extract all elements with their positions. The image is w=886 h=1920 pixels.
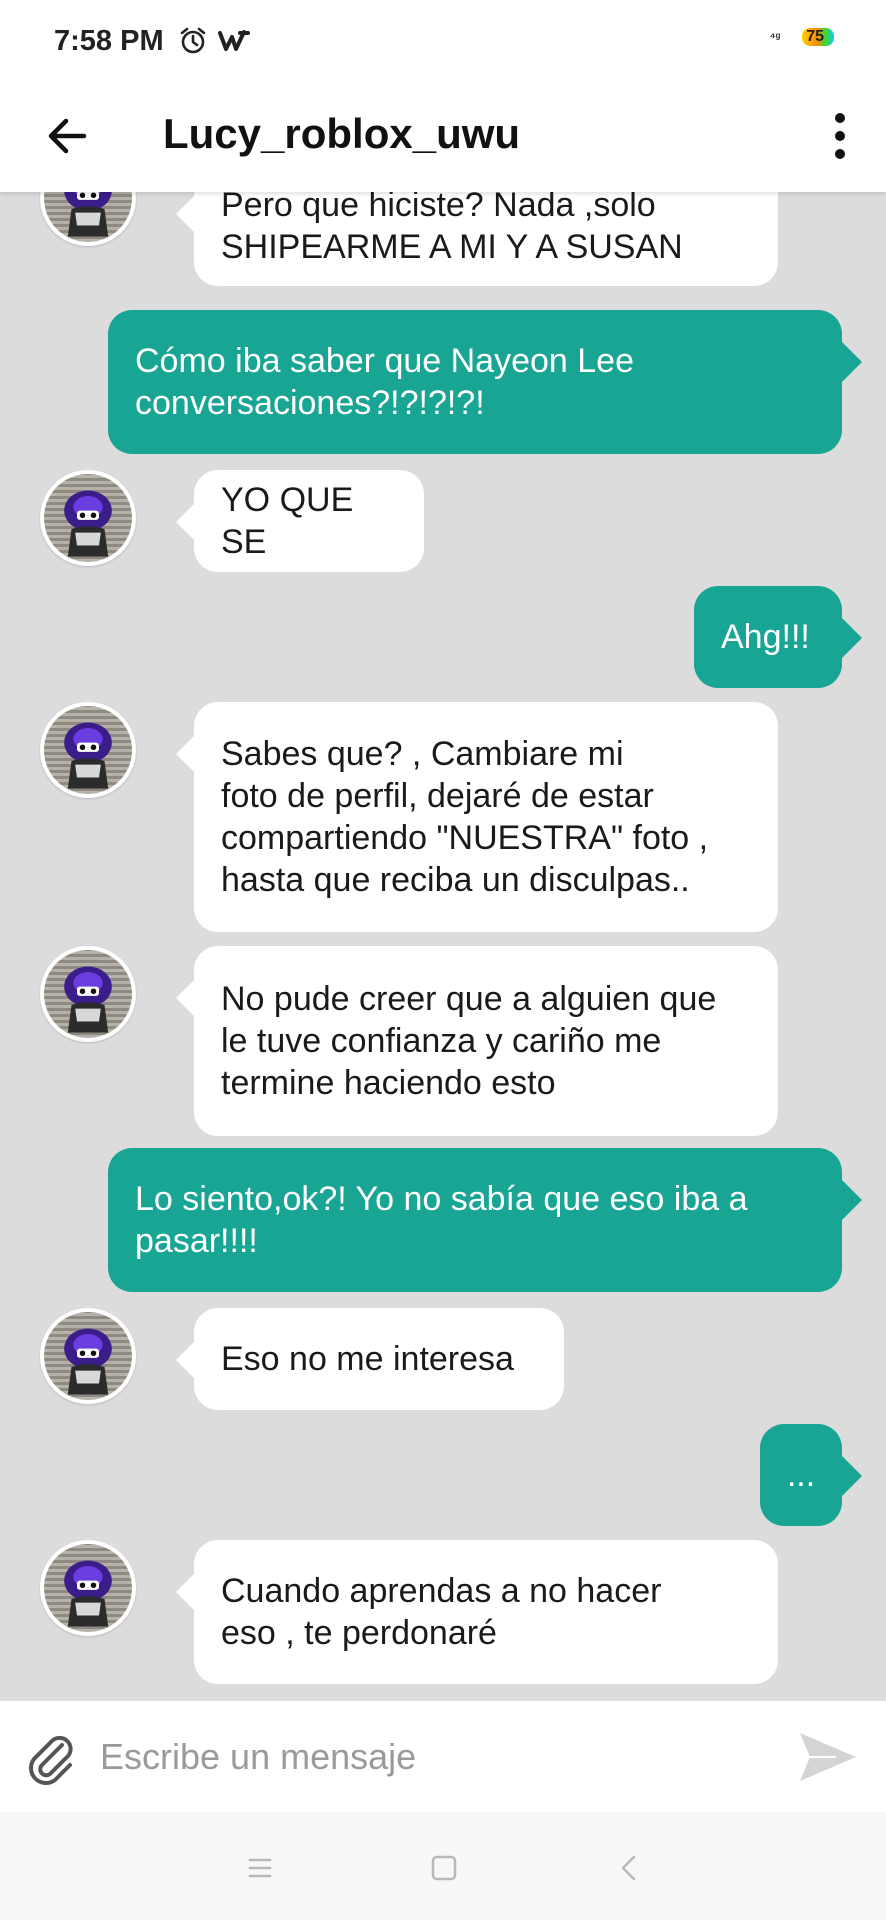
- message-text: Sabes que? , Cambiare mi foto de perfil,…: [221, 735, 709, 899]
- signal-icon: ⁴ᵍ: [769, 30, 781, 44]
- message-text: Cuando aprendas a no hacer eso , te perd…: [221, 1572, 662, 1652]
- message-input[interactable]: [100, 1723, 760, 1791]
- message-text: Lo siento,ok?! Yo no sabía que eso iba a…: [135, 1180, 748, 1260]
- avatar-image: [64, 966, 112, 1033]
- more-vertical-icon[interactable]: [828, 110, 852, 162]
- message-composer: [0, 1700, 886, 1812]
- message-text: Eso no me interesa: [221, 1340, 514, 1378]
- message-bubble-incoming[interactable]: Pero que hiciste? Nada ,solo SHIPEARME A…: [176, 192, 778, 286]
- battery-level: 75: [806, 28, 824, 45]
- message-bubble-incoming[interactable]: No pude creer que a alguien que le tuve …: [176, 946, 778, 1136]
- chat-title[interactable]: Lucy_roblox_uwu: [163, 104, 520, 164]
- back-chevron-icon[interactable]: [610, 1848, 650, 1888]
- status-indicators: ⁴ᵍ 75: [770, 28, 834, 46]
- message-text: ...: [786, 1456, 816, 1494]
- arrow-left-icon[interactable]: [40, 108, 96, 164]
- avatar[interactable]: [40, 1540, 136, 1636]
- message-text: YO QUE SE: [221, 481, 354, 561]
- message-text: Cómo iba saber que Nayeon Lee conversaci…: [135, 342, 634, 422]
- avatar[interactable]: [40, 1308, 136, 1404]
- message-bubble-outgoing[interactable]: Ahg!!!: [694, 586, 862, 688]
- avatar[interactable]: [40, 192, 136, 246]
- message-text: Pero que hiciste? Nada ,solo SHIPEARME A…: [221, 192, 683, 266]
- avatar-image: [64, 192, 112, 237]
- alarm-clock-icon: [180, 27, 205, 54]
- avatar[interactable]: [40, 470, 136, 566]
- avatar-image: [64, 490, 112, 557]
- message-bubble-incoming[interactable]: Sabes que? , Cambiare mi foto de perfil,…: [176, 702, 778, 932]
- avatar[interactable]: [40, 946, 136, 1042]
- message-bubble-incoming[interactable]: YO QUE SE: [176, 470, 424, 572]
- send-icon[interactable]: [796, 1727, 860, 1787]
- home-square-icon[interactable]: [424, 1848, 464, 1888]
- status-bar: 7:58 PM ⁴ᵍ 75: [0, 0, 886, 82]
- chat-message-list[interactable]: Pero que hiciste? Nada ,solo SHIPEARME A…: [0, 192, 886, 1700]
- avatar-image: [64, 1328, 112, 1395]
- message-text: No pude creer que a alguien que le tuve …: [221, 980, 717, 1102]
- message-text: Ahg!!!: [721, 618, 810, 656]
- message-bubble-outgoing[interactable]: ...: [760, 1424, 862, 1526]
- menu-icon[interactable]: [240, 1848, 280, 1888]
- system-navigation-bar: [0, 1812, 886, 1920]
- avatar[interactable]: [40, 702, 136, 798]
- avatar-image: [64, 722, 112, 789]
- message-bubble-incoming[interactable]: Eso no me interesa: [176, 1308, 564, 1410]
- message-bubble-outgoing[interactable]: Cómo iba saber que Nayeon Lee conversaci…: [108, 310, 862, 454]
- avatar-image: [64, 1560, 112, 1627]
- paperclip-icon[interactable]: [22, 1729, 80, 1787]
- message-bubble-outgoing[interactable]: Lo siento,ok?! Yo no sabía que eso iba a…: [108, 1148, 862, 1292]
- battery-icon: 75: [802, 28, 834, 46]
- chat-header: Lucy_roblox_uwu: [0, 82, 886, 192]
- status-time: 7:58 PM: [54, 24, 164, 57]
- message-bubble-incoming[interactable]: Cuando aprendas a no hacer eso , te perd…: [176, 1540, 778, 1684]
- wattpad-icon: [217, 30, 250, 51]
